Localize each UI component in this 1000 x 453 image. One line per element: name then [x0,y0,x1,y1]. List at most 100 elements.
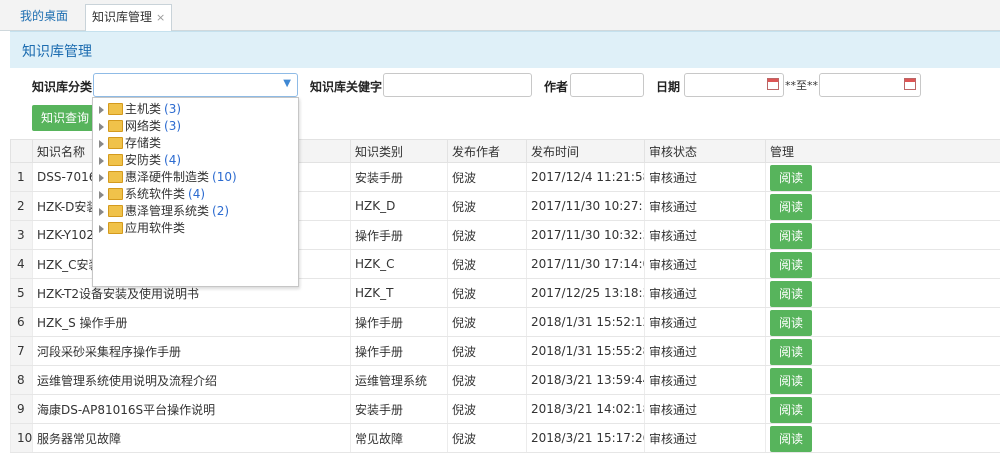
cell-time: 2018/3/21 13:59:44 [526,365,645,395]
cell-name: 海康DS-AP81016S平台操作说明 [32,394,351,424]
table-row[interactable]: 6 HZK_S 操作手册 操作手册 倪波 2018/1/31 15:52:12 审核通过阅… [10,307,1000,337]
cell-time: 2018/1/31 15:55:28 [526,336,645,366]
row-number: 4 [10,249,33,279]
node-label: 惠泽硬件制造类 [125,170,210,184]
calendar-icon[interactable] [904,78,916,90]
row-number: 1 [10,162,33,192]
expand-arrow-icon[interactable] [99,190,104,199]
tab-label: 知识库管理 [92,10,153,24]
tree-node[interactable]: 主机类 (3) [99,101,181,118]
table-row[interactable]: 9 海康DS-AP81016S平台操作说明 安装手册 倪波 2018/3/21 14:0… [10,394,1000,424]
cell-author: 倪波 [447,365,527,395]
table-row[interactable]: 7 河段采砂采集程序操作手册 操作手册 倪波 2018/1/31 15:55:28 审核通… [10,336,1000,366]
read-button[interactable]: 阅读 [770,309,812,336]
cell-name: 河段采砂采集程序操作手册 [32,336,351,366]
cell-status: 审核通过 [644,336,766,366]
tree-node[interactable]: 存储类 [99,135,164,152]
read-button[interactable]: 阅读 [770,338,812,365]
tab-label: 我的桌面 [20,9,69,23]
tree-node[interactable]: 应用软件类 [99,220,188,237]
read-button[interactable]: 阅读 [770,222,812,249]
cell-name: 运维管理系统使用说明及流程介绍 [32,365,351,395]
date-label: 日期 [656,80,681,94]
date-separator: **至** [785,79,818,92]
node-label: 主机类 [125,102,162,116]
read-button[interactable]: 阅读 [770,164,812,191]
cell-time: 2017/11/30 10:27:14 [526,191,645,221]
node-label: 惠泽管理系统类 [125,204,210,218]
node-label: 网络类 [125,119,162,133]
cell-type: 安装手册 [350,394,448,424]
cell-status: 审核通过 [644,191,766,221]
node-count: (4) [188,187,206,201]
expand-arrow-icon[interactable] [99,122,104,131]
header-type[interactable]: 知识类别 [350,139,448,163]
node-label: 存储类 [125,136,162,150]
expand-arrow-icon[interactable] [99,139,104,148]
expand-arrow-icon[interactable] [99,105,104,114]
tab-knowledge-management[interactable]: 知识库管理 × [85,4,173,32]
expand-arrow-icon[interactable] [99,156,104,165]
query-button[interactable]: 知识查询 [32,105,98,131]
header-time[interactable]: 发布时间 [526,139,645,163]
node-count: (10) [212,170,237,184]
cell-manage: 阅读 [765,249,1000,279]
calendar-icon[interactable] [767,78,779,90]
cell-type: HZK_C [350,249,448,279]
tab-my-desktop[interactable]: 我的桌面 [10,4,78,29]
read-button[interactable]: 阅读 [770,280,812,307]
cell-status: 审核通过 [644,394,766,424]
author-label: 作者 [544,80,569,94]
header-status[interactable]: 审核状态 [644,139,766,163]
cell-time: 2018/1/31 15:52:12 [526,307,645,337]
cell-manage: 阅读 [765,336,1000,366]
row-number: 8 [10,365,33,395]
tree-node[interactable]: 系统软件类 (4) [99,186,205,203]
keyword-input[interactable] [383,73,532,97]
date-start-input[interactable] [684,73,784,97]
author-input[interactable] [570,73,644,97]
cell-author: 倪波 [447,191,527,221]
expand-arrow-icon[interactable] [99,224,104,233]
table-row[interactable]: 10 服务器常见故障 常见故障 倪波 2018/3/21 15:17:26 审核通过 阅读 [10,423,1000,453]
tree-node[interactable]: 网络类 (3) [99,118,181,135]
folder-icon [108,187,123,200]
cell-status: 审核通过 [644,423,766,453]
cell-author: 倪波 [447,162,527,192]
node-count: (2) [212,204,230,218]
cell-time: 2017/12/4 11:21:58 [526,162,645,192]
close-icon[interactable]: × [156,11,165,24]
read-button[interactable]: 阅读 [770,251,812,278]
cell-author: 倪波 [447,394,527,424]
row-number: 2 [10,191,33,221]
tree-node[interactable]: 惠泽管理系统类 (2) [99,203,229,220]
cell-manage: 阅读 [765,191,1000,221]
row-number: 9 [10,394,33,424]
cell-status: 审核通过 [644,278,766,308]
date-end-input[interactable] [819,73,921,97]
header-author[interactable]: 发布作者 [447,139,527,163]
cell-manage: 阅读 [765,423,1000,453]
category-select[interactable]: ▼ [93,73,298,97]
tree-node[interactable]: 安防类 (4) [99,152,181,169]
expand-arrow-icon[interactable] [99,173,104,182]
tree-node[interactable]: 惠泽硬件制造类 (10) [99,169,237,186]
cell-type: 操作手册 [350,220,448,250]
expand-arrow-icon[interactable] [99,207,104,216]
cell-author: 倪波 [447,278,527,308]
cell-type: 安装手册 [350,162,448,192]
read-button[interactable]: 阅读 [770,396,812,423]
cell-status: 审核通过 [644,365,766,395]
read-button[interactable]: 阅读 [770,193,812,220]
row-number: 7 [10,336,33,366]
cell-author: 倪波 [447,220,527,250]
panel-header: 知识库管理 [10,31,1000,68]
chevron-down-icon[interactable]: ▼ [283,78,291,89]
cell-manage: 阅读 [765,394,1000,424]
read-button[interactable]: 阅读 [770,425,812,452]
folder-icon [108,204,123,217]
read-button[interactable]: 阅读 [770,367,812,394]
table-row[interactable]: 8 运维管理系统使用说明及流程介绍 运维管理系统 倪波 2018/3/21 13:59:… [10,365,1000,395]
category-dropdown: 主机类 (3) 网络类 (3) 存储类 安防类 (4) 惠泽硬件制造类 (10) 系统软… [92,97,299,287]
category-label: 知识库分类 [32,80,93,94]
